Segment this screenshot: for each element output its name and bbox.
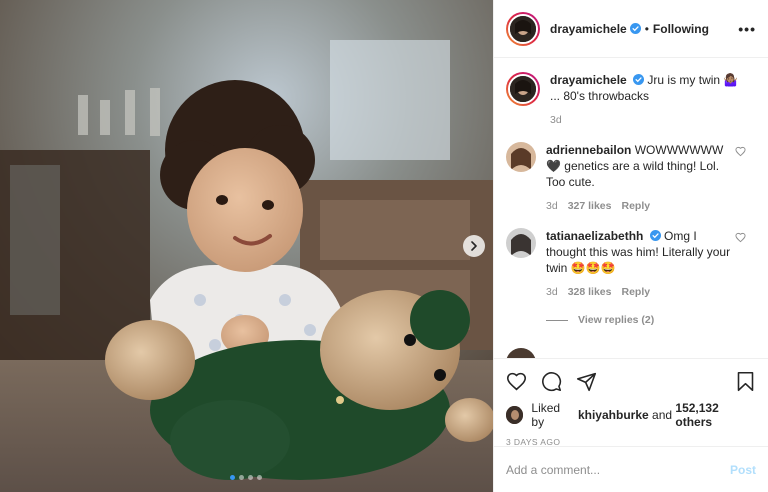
verified-icon bbox=[633, 74, 645, 85]
liked-by-prefix: Liked by bbox=[531, 401, 561, 429]
caption-time: 3d bbox=[550, 114, 562, 126]
add-comment-bar: Post bbox=[494, 446, 768, 492]
carousel-dot bbox=[248, 475, 253, 480]
view-replies-button[interactable]: View replies (2) bbox=[546, 314, 756, 326]
comment-text: Wo bbox=[600, 356, 618, 358]
comment-username[interactable]: esmiike bbox=[546, 356, 590, 358]
post-photo[interactable] bbox=[0, 0, 493, 492]
post-side-panel: drayamichele • Following ••• drayamichel… bbox=[493, 0, 768, 492]
view-replies-label: View replies (2) bbox=[578, 314, 655, 326]
comment-item: adriennebailon WOWWWWWW 🖤 genetics are a… bbox=[506, 142, 756, 214]
following-button[interactable]: Following bbox=[653, 22, 709, 36]
share-icon[interactable] bbox=[576, 371, 597, 392]
instagram-post-modal: drayamichele • Following ••• drayamichel… bbox=[0, 0, 768, 492]
replies-divider bbox=[546, 319, 568, 321]
carousel-dot bbox=[230, 475, 235, 480]
caption-avatar[interactable] bbox=[506, 72, 540, 106]
heart-icon[interactable] bbox=[735, 232, 746, 243]
header-separator: • bbox=[644, 21, 649, 36]
photo-scene bbox=[0, 0, 493, 492]
commenter-avatar[interactable] bbox=[506, 228, 536, 258]
carousel-dots bbox=[230, 475, 262, 480]
author-username[interactable]: drayamichele bbox=[550, 22, 627, 36]
author-avatar[interactable] bbox=[506, 11, 540, 46]
liked-by-and: and bbox=[652, 408, 673, 422]
caption-username[interactable]: drayamichele bbox=[550, 73, 627, 87]
post-actions: Liked by khiyahburke and 152,132 others … bbox=[494, 358, 768, 447]
verified-icon bbox=[649, 230, 661, 241]
comments-list: drayamichele Jru is my twin 🤷🏽‍♀️ ... 80… bbox=[494, 58, 768, 358]
reply-button[interactable]: Reply bbox=[621, 198, 650, 214]
likes-summary: Liked by khiyahburke and 152,132 others bbox=[506, 401, 756, 429]
comment-icon[interactable] bbox=[541, 371, 562, 392]
post-header: drayamichele • Following ••• bbox=[494, 0, 768, 58]
caption: drayamichele Jru is my twin 🤷🏽‍♀️ ... 80… bbox=[506, 72, 756, 128]
comment-likes[interactable]: 328 likes bbox=[568, 284, 612, 300]
partial-comment: esmiike Wo bbox=[506, 348, 618, 358]
chevron-right-icon bbox=[471, 241, 477, 251]
comment-time: 3d bbox=[546, 286, 558, 298]
comment-input[interactable] bbox=[506, 462, 730, 477]
comment-time: 3d bbox=[546, 200, 558, 212]
carousel-next-button[interactable] bbox=[463, 235, 485, 257]
carousel-dot bbox=[257, 475, 262, 480]
heart-icon[interactable] bbox=[735, 146, 746, 157]
commenter-avatar[interactable] bbox=[506, 348, 536, 358]
liked-by-count[interactable]: 152,132 others bbox=[675, 401, 756, 429]
carousel-dot bbox=[239, 475, 244, 480]
comment-likes[interactable]: 327 likes bbox=[568, 198, 612, 214]
liked-by-user[interactable]: khiyahburke bbox=[578, 408, 649, 422]
verified-icon bbox=[629, 23, 641, 34]
comment-item: tatianaelizabethh Omg I thought this was… bbox=[506, 228, 756, 300]
liker-avatar[interactable] bbox=[506, 406, 524, 424]
more-icon[interactable]: ••• bbox=[738, 21, 756, 37]
comment-username[interactable]: adriennebailon bbox=[546, 143, 631, 157]
bookmark-icon[interactable] bbox=[735, 371, 756, 392]
commenter-avatar[interactable] bbox=[506, 142, 536, 172]
heart-icon[interactable] bbox=[506, 371, 527, 392]
comment-username[interactable]: tatianaelizabethh bbox=[546, 229, 643, 243]
reply-button[interactable]: Reply bbox=[621, 284, 650, 300]
post-comment-button[interactable]: Post bbox=[730, 463, 756, 477]
